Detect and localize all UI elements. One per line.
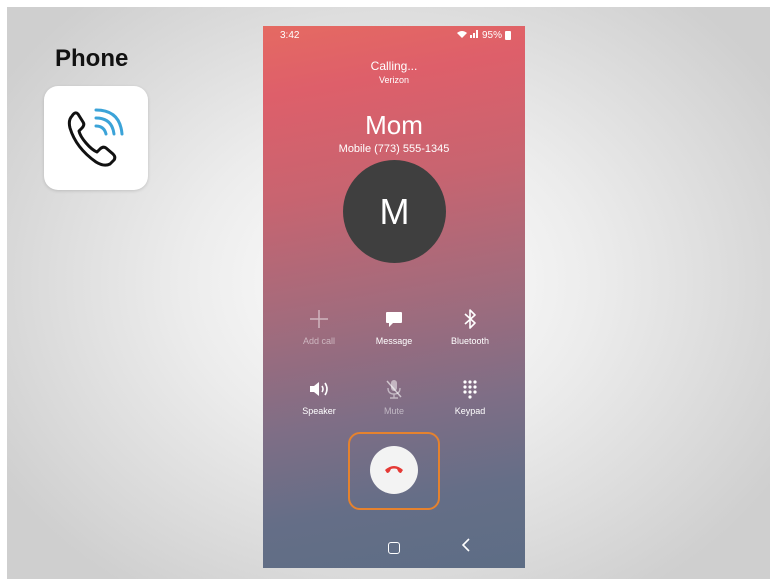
- message-label: Message: [375, 336, 413, 346]
- contact-name: Mom: [365, 110, 423, 140]
- end-call-button[interactable]: [370, 446, 418, 494]
- wifi-icon: [456, 30, 467, 41]
- signal-icon: [469, 30, 479, 41]
- back-button[interactable]: [461, 538, 470, 556]
- call-state: Calling...: [370, 59, 418, 73]
- phone-screen: 3:42 95% Calling... Verizon Mom Mobile (…: [263, 26, 525, 568]
- status-icons: 95%: [456, 30, 511, 41]
- avatar-initial: M: [379, 190, 410, 232]
- battery-percent: 95%: [481, 30, 502, 41]
- message-button[interactable]: Message: [359, 308, 429, 346]
- phone-app-tile: [44, 86, 148, 190]
- mute-button[interactable]: Mute: [359, 378, 429, 416]
- phone-ringing-icon: [67, 108, 124, 167]
- carrier-label: Verizon: [378, 75, 410, 85]
- add-call-label: Add call: [302, 336, 336, 346]
- end-call-icon: [384, 461, 404, 479]
- back-chevron-icon: [461, 538, 470, 552]
- contact-avatar: M: [343, 160, 446, 263]
- battery-icon: [505, 31, 511, 40]
- home-button[interactable]: [388, 542, 400, 554]
- speaker-button[interactable]: Speaker: [284, 378, 354, 416]
- mute-label: Mute: [383, 406, 404, 416]
- mic-off-icon: [359, 378, 429, 400]
- status-bar: 3:42 95%: [263, 26, 525, 46]
- bluetooth-icon: [435, 308, 505, 330]
- contact-number: Mobile (773) 555-1345: [338, 143, 450, 155]
- speaker-icon: [284, 378, 354, 400]
- speaker-label: Speaker: [302, 406, 336, 416]
- keypad-label: Keypad: [454, 406, 486, 416]
- message-bubble-icon: [359, 308, 429, 330]
- slide-title: Phone: [55, 45, 129, 72]
- bluetooth-button[interactable]: Bluetooth: [435, 308, 505, 346]
- keypad-icon: [435, 378, 505, 400]
- add-call-button[interactable]: Add call: [284, 308, 354, 346]
- status-time: 3:42: [280, 30, 300, 41]
- plus-icon: [284, 308, 354, 330]
- nav-bar: [263, 528, 525, 568]
- keypad-button[interactable]: Keypad: [435, 378, 505, 416]
- bluetooth-label: Bluetooth: [450, 336, 490, 346]
